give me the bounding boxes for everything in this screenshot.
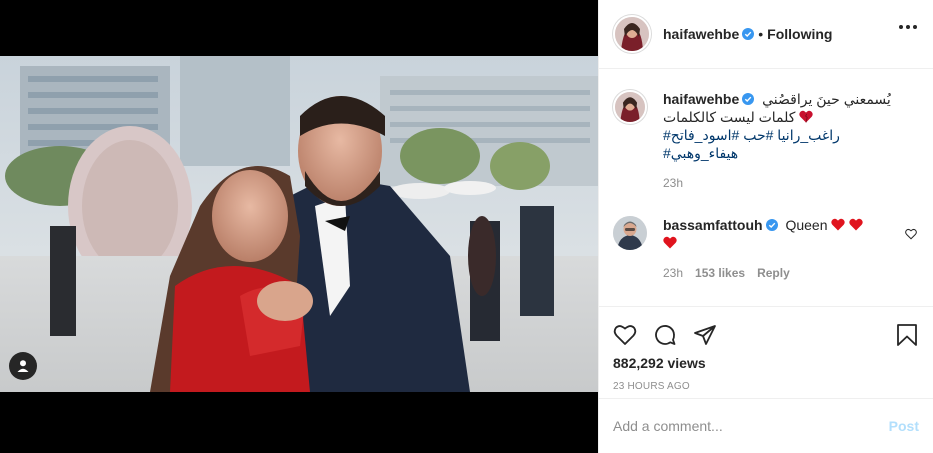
comment-timestamp[interactable]: 23h <box>663 266 683 280</box>
views-count[interactable]: 882,292 views <box>613 355 919 371</box>
author-avatar[interactable] <box>613 15 651 53</box>
caption-line-1: يُسمعني حينَ يراقصُني <box>762 91 891 107</box>
verified-badge-icon <box>765 219 778 231</box>
heart-icon[interactable] <box>613 323 637 347</box>
comment-reply-button[interactable]: Reply <box>757 266 790 280</box>
verified-badge-icon <box>742 28 755 40</box>
comments-area: haifawehbe يُسمعني حينَ يراقصُني كلمات ل… <box>599 70 933 306</box>
verified-badge-icon <box>742 93 755 105</box>
video-player[interactable] <box>0 56 598 392</box>
comment-body: bassamfattouh Queen 23h 153 likes Reply <box>663 216 893 280</box>
post-date[interactable]: 23 HOURS AGO <box>613 381 919 392</box>
avatar-image <box>615 92 645 122</box>
avatar-image <box>615 17 649 51</box>
comment-like-heart-icon[interactable] <box>905 228 917 240</box>
comment-item: bassamfattouh Queen 23h 153 likes Reply <box>613 216 919 280</box>
post-media <box>0 0 598 453</box>
caption-hashtags-1[interactable]: راغب_رانيا #حب #اسود_فاتح# <box>663 126 913 144</box>
caption-username[interactable]: haifawehbe <box>663 91 739 107</box>
bookmark-icon[interactable] <box>895 323 919 347</box>
user-tag-icon <box>17 360 29 372</box>
heart-emoji-icon <box>663 236 677 249</box>
comment-input[interactable] <box>613 418 889 434</box>
post-comment-button[interactable]: Post <box>889 418 919 434</box>
heart-emoji-icon <box>849 218 863 231</box>
author-username[interactable]: haifawehbe <box>663 26 739 42</box>
post-header: haifawehbe • Following <box>599 0 933 69</box>
user-tag-button[interactable] <box>9 352 37 380</box>
comment-likes[interactable]: 153 likes <box>695 266 745 280</box>
caption-avatar[interactable] <box>613 90 647 124</box>
caption-body: haifawehbe يُسمعني حينَ يراقصُني كلمات ل… <box>663 90 913 190</box>
comment-meta: 23h 153 likes Reply <box>663 266 893 280</box>
heart-emoji-icon <box>831 218 846 231</box>
caption-timestamp[interactable]: 23h <box>663 176 913 190</box>
post-actions: 882,292 views 23 HOURS AGO <box>599 306 933 392</box>
post-caption: haifawehbe يُسمعني حينَ يراقصُني كلمات ل… <box>613 90 913 190</box>
video-frame <box>0 56 598 392</box>
follow-separator: • <box>758 26 764 42</box>
more-options-icon[interactable] <box>899 25 917 29</box>
heart-emoji-icon <box>799 110 814 123</box>
comment-icon[interactable] <box>653 323 677 347</box>
comment-text: Queen <box>785 217 828 233</box>
caption-line-2: كلمات ليست كالكلمات <box>663 109 796 125</box>
action-icons <box>613 315 919 355</box>
post-side-panel: haifawehbe • Following haifawehbe يُسمعن… <box>598 0 933 453</box>
commenter-avatar[interactable] <box>613 216 647 250</box>
share-icon[interactable] <box>693 323 717 347</box>
avatar-image <box>613 216 647 250</box>
following-button[interactable]: Following <box>767 26 832 42</box>
add-comment-bar: Post <box>599 398 933 453</box>
commenter-username[interactable]: bassamfattouh <box>663 217 763 233</box>
media-letterbox-top <box>0 0 598 56</box>
caption-hashtags-2[interactable]: #هيفاء_وهبي <box>663 144 913 162</box>
caption-line-2-row: كلمات ليست كالكلمات <box>663 108 913 126</box>
header-text: haifawehbe • Following <box>663 26 832 42</box>
media-letterbox-bottom <box>0 392 598 453</box>
